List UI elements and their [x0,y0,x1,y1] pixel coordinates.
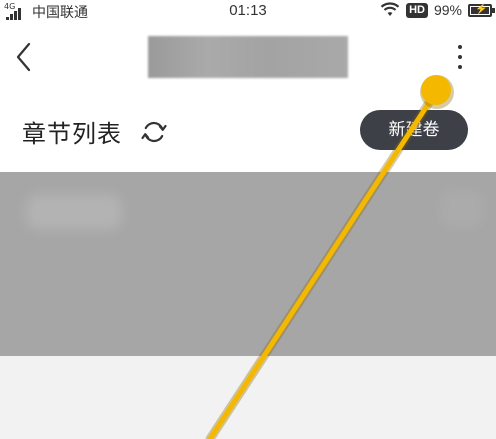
back-button[interactable] [8,38,42,76]
blurred-text [26,194,122,230]
status-right: HD 99% ⚡ [380,2,495,18]
chapter-list-title: 章节列表 [22,120,122,148]
new-volume-button[interactable]: 新建卷 [360,110,468,150]
chapter-list-header: 章节列表 新建卷 [0,96,496,172]
charging-bolt-icon: ⚡ [475,3,488,15]
wifi-icon [380,2,400,16]
refresh-icon[interactable] [140,118,168,146]
battery-icon: ⚡ [468,3,495,17]
hd-badge: HD [406,2,428,18]
chapter-list-item[interactable] [0,172,496,356]
more-options-button[interactable] [448,40,472,74]
battery-percent: 99% [433,2,462,18]
list-empty-area [0,356,496,439]
chevron-left-icon [16,42,31,72]
blurred-icon [440,190,484,228]
navigation-bar [0,24,496,96]
status-bar: 4G 中国联通 01:13 HD 99% ⚡ [0,0,496,24]
page-title [148,36,348,78]
